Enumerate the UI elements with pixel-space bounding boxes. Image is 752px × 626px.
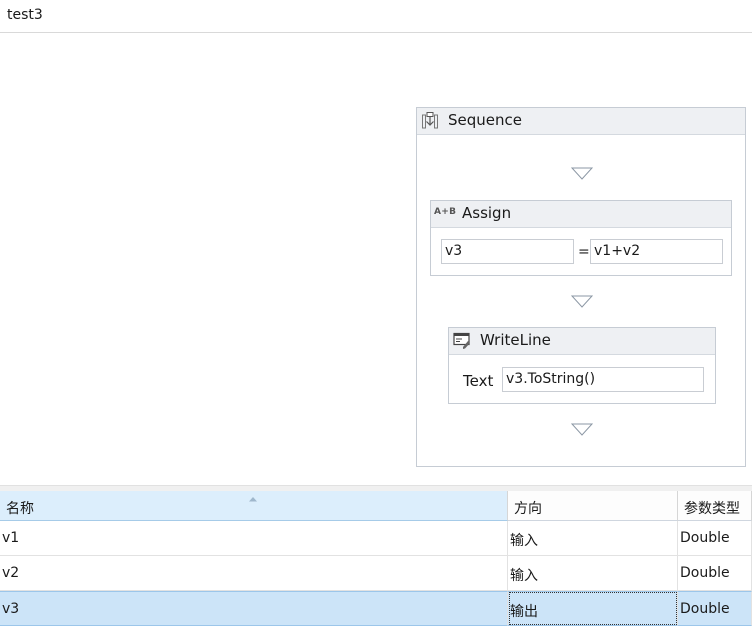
column-header-direction-label: 方向 — [514, 501, 542, 517]
assign-title: Assign — [462, 204, 512, 222]
sort-ascending-icon — [248, 490, 258, 506]
grid-header-row: 名称 方向 参数类型 — [0, 491, 752, 521]
arguments-grid[interactable]: 名称 方向 参数类型 v1 输入 Double v2 输入 Double v3 … — [0, 491, 752, 626]
table-row[interactable]: v2 输入 Double — [0, 556, 752, 591]
triangle-down-icon — [571, 423, 593, 436]
cell-type[interactable]: Double — [678, 521, 752, 556]
cell-type[interactable]: Double — [678, 591, 752, 626]
triangle-down-icon — [571, 295, 593, 308]
sequence-title: Sequence — [448, 111, 522, 129]
cell-name[interactable]: v2 — [0, 556, 508, 591]
writeline-activity[interactable]: WriteLine Text v3.ToString() — [448, 327, 716, 404]
designer-title: test3 — [7, 7, 43, 23]
sequence-icon — [421, 112, 439, 134]
sequence-activity[interactable]: Sequence A+B Assign v3 = v1+v2 WriteLine… — [416, 107, 746, 467]
column-header-type[interactable]: 参数类型 — [678, 491, 752, 521]
writeline-header[interactable]: WriteLine — [449, 328, 715, 355]
cell-name[interactable]: v1 — [0, 521, 508, 556]
writeline-title: WriteLine — [480, 331, 551, 349]
table-row[interactable]: v1 输入 Double — [0, 521, 752, 556]
cell-direction[interactable]: 输入 — [508, 521, 678, 556]
column-header-direction[interactable]: 方向 — [508, 491, 678, 521]
designer-title-bar: test3 — [0, 0, 752, 33]
column-header-name[interactable]: 名称 — [0, 491, 508, 521]
writeline-text-label: Text — [463, 372, 494, 390]
cell-direction[interactable]: 输入 — [508, 556, 678, 591]
assign-activity[interactable]: A+B Assign v3 = v1+v2 — [430, 200, 732, 276]
assign-value-input[interactable]: v1+v2 — [590, 239, 723, 264]
cell-direction[interactable]: 输出 — [508, 591, 678, 626]
assign-icon: A+B — [434, 207, 457, 217]
assign-to-input[interactable]: v3 — [441, 239, 574, 264]
cell-name[interactable]: v3 — [0, 591, 508, 626]
sequence-header[interactable]: Sequence — [417, 108, 745, 135]
triangle-down-icon — [571, 167, 593, 180]
assign-operator: = — [578, 244, 590, 260]
column-header-type-label: 参数类型 — [684, 501, 740, 517]
writeline-text-input[interactable]: v3.ToString() — [502, 367, 704, 392]
table-row[interactable]: v3 输出 Double — [0, 591, 752, 626]
cell-type[interactable]: Double — [678, 556, 752, 591]
column-header-name-label: 名称 — [6, 501, 34, 517]
assign-header[interactable]: A+B Assign — [431, 201, 731, 228]
writeline-icon — [453, 332, 471, 354]
